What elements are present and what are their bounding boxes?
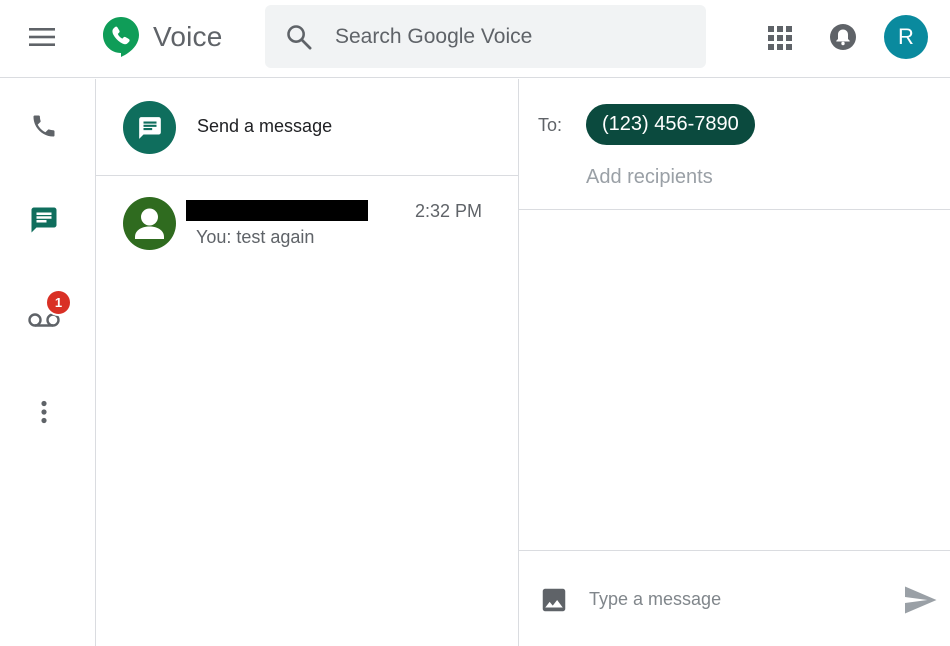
apps-grid-icon[interactable] [764, 22, 796, 54]
contact-name-redacted [186, 200, 368, 221]
rail-item-messages[interactable] [24, 200, 64, 240]
search-bar[interactable] [265, 5, 706, 68]
app-title: Voice [153, 21, 223, 52]
menu-icon [29, 28, 55, 46]
conversation-item[interactable]: 2:32 PM You: test again [96, 177, 518, 273]
account-avatar[interactable]: R [884, 15, 928, 59]
compose-pane: To: (123) 456-7890 [519, 79, 950, 646]
search-icon[interactable] [285, 23, 313, 51]
conversation-preview: You: test again [196, 227, 315, 247]
image-icon[interactable] [539, 585, 569, 615]
send-message-icon-circle [123, 101, 176, 154]
navigation-rail: 1 [0, 79, 96, 646]
send-message-label: Send a message [197, 116, 333, 136]
message-input[interactable] [589, 584, 889, 614]
send-icon[interactable] [902, 582, 938, 618]
conversation-list: Send a message 2:32 PM You: test again [96, 79, 519, 646]
person-icon [135, 208, 164, 239]
send-message-button[interactable]: Send a message [96, 79, 518, 176]
top-app-bar: Voice R [0, 0, 950, 78]
search-input[interactable] [335, 20, 685, 54]
notifications-icon[interactable] [826, 20, 860, 54]
voicemail-badge: 1 [45, 289, 72, 316]
rail-item-calls[interactable] [24, 106, 64, 146]
conversation-time: 2:32 PM [415, 201, 483, 221]
message-icon [138, 116, 161, 139]
more-vert-icon [41, 400, 47, 424]
message-icon [31, 207, 57, 233]
voice-logo-icon [103, 17, 139, 57]
rail-item-more[interactable] [24, 392, 64, 432]
contact-avatar [123, 197, 176, 250]
add-recipients-input[interactable] [586, 163, 886, 191]
recipient-chip[interactable]: (123) 456-7890 [586, 104, 755, 145]
message-composer [519, 550, 950, 646]
menu-button[interactable] [22, 19, 62, 55]
phone-icon [33, 115, 55, 137]
to-label: To: [538, 115, 563, 135]
avatar-initial: R [898, 24, 914, 49]
recipients-area: To: (123) 456-7890 [519, 79, 950, 210]
